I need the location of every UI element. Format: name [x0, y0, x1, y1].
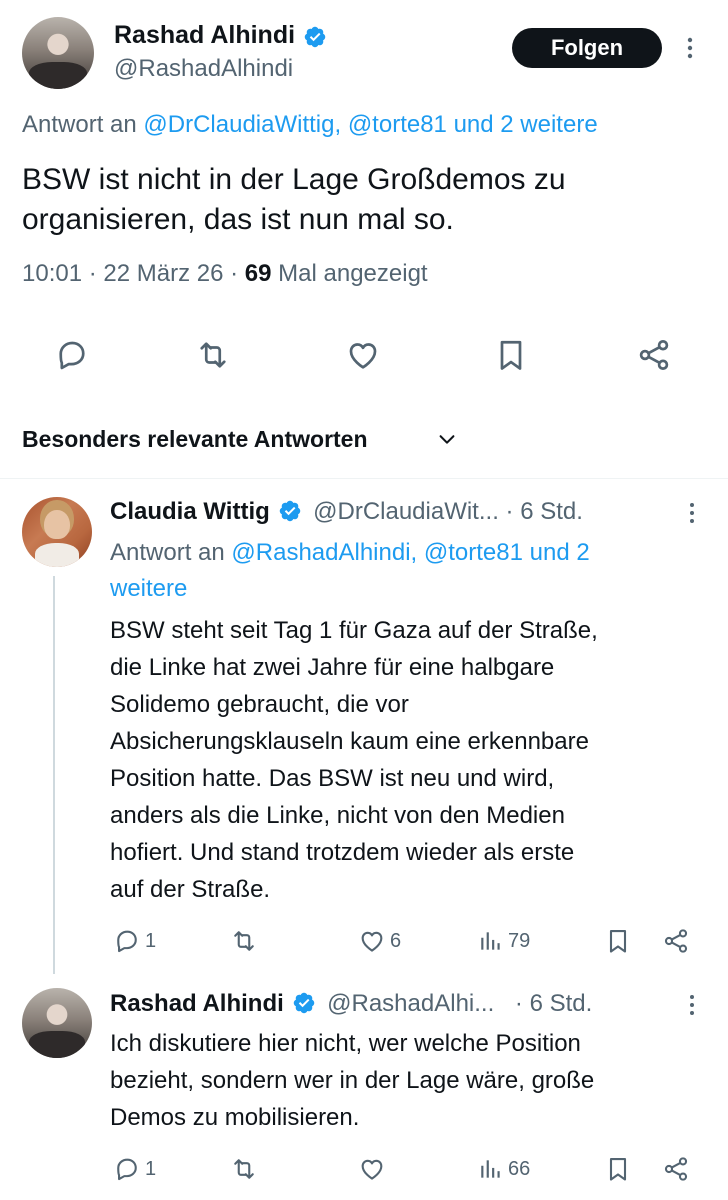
replies-sort-selector[interactable]: Besonders relevante Antworten	[22, 424, 368, 454]
reply-context-mentions[interactable]: @RashadAlhindi, @torte81 und 2	[231, 539, 589, 566]
views-action[interactable]: 66	[478, 1155, 530, 1183]
reply-count: 1	[145, 1157, 157, 1180]
section-divider	[0, 478, 728, 479]
author-handle[interactable]: @DrClaudiaWit...	[313, 498, 499, 525]
reply-text-line: hofiert. Und stand trotzdem wieder als e…	[110, 839, 575, 866]
follow-button[interactable]: Folgen	[512, 28, 662, 68]
reply-text-line: die Linke hat zwei Jahre für eine halbga…	[110, 654, 555, 681]
reply-icon	[117, 1158, 137, 1181]
like-icon	[361, 1159, 383, 1180]
like-icon[interactable]	[345, 337, 381, 373]
tweet-text: BSW ist nicht in der Lage Großdemos zu o…	[22, 160, 566, 240]
view-count: 69	[244, 260, 272, 287]
post-age[interactable]: · 6 Std.	[515, 990, 592, 1017]
author-name[interactable]: Rashad Alhindi	[114, 21, 295, 49]
like-action[interactable]: 6	[358, 927, 401, 955]
thread-line	[53, 576, 55, 974]
view-count: 66	[508, 1157, 531, 1180]
bookmark-icon[interactable]	[493, 337, 529, 373]
reply-icon	[117, 930, 137, 953]
view-count: 79	[508, 929, 531, 952]
reply-count: 1	[145, 929, 157, 952]
reply-text-line: Demos zu mobilisieren.	[110, 1104, 360, 1131]
retweet-action[interactable]	[229, 1155, 259, 1183]
author-handle[interactable]: @RashadAlhi...	[327, 990, 494, 1017]
replies-sort-label: Besonders relevante Antworten	[22, 426, 368, 452]
retweet-icon[interactable]	[194, 337, 232, 373]
reply-text-line: Absicherungsklauseln kaum eine erkennbar…	[110, 728, 589, 755]
share-icon[interactable]	[662, 1155, 690, 1183]
verified-badge-icon	[294, 992, 315, 1013]
avatar[interactable]	[22, 988, 92, 1058]
tweet-text-line: organisieren, das ist nun mal so.	[22, 203, 454, 236]
avatar[interactable]	[22, 497, 92, 567]
verified-badge-icon	[305, 26, 326, 48]
views-action[interactable]: 79	[478, 927, 530, 955]
tweet-meta: 10:01 · 22 März 26 · 69 Mal angezeigt	[22, 259, 428, 289]
share-icon[interactable]	[662, 927, 690, 955]
reply-context: Antwort an @DrClaudiaWittig, @torte81 un…	[22, 110, 598, 140]
like-count: 6	[390, 929, 402, 952]
reply-text-line: Ich diskutiere hier nicht, wer welche Po…	[110, 1030, 581, 1057]
reply-text-line: auf der Straße.	[110, 876, 271, 903]
tweet-timestamp[interactable]: 10:01 · 22 März 26 ·	[22, 260, 245, 287]
author-name[interactable]: Claudia Wittig	[110, 498, 270, 525]
chevron-down-icon[interactable]	[436, 428, 458, 450]
retweet-icon	[234, 931, 254, 951]
tweet-text-line: BSW ist nicht in der Lage Großdemos zu	[22, 163, 566, 196]
like-icon	[361, 931, 383, 952]
reply-context-mentions[interactable]: weitere	[110, 571, 590, 607]
views-icon	[481, 1160, 500, 1178]
reply-text-line: Position hatte. Das BSW ist neu und wird…	[110, 765, 555, 792]
reply-context-prefix: Antwort an	[110, 539, 225, 566]
share-icon[interactable]	[636, 337, 672, 373]
reply-icon[interactable]	[54, 337, 90, 373]
reply-text: BSW steht seit Tag 1 für Gaza auf der St…	[110, 612, 598, 908]
verified-badge-icon	[280, 500, 301, 521]
author-row: Rashad Alhindi @RashadAlhi... · 6 Std.	[110, 989, 592, 1019]
retweet-action[interactable]	[229, 927, 259, 955]
reply-action[interactable]: 1	[113, 1155, 156, 1183]
more-options-icon[interactable]	[678, 36, 702, 60]
post-age[interactable]: · 6 Std.	[506, 498, 583, 525]
view-count-label: Mal angezeigt	[271, 260, 428, 287]
bookmark-icon[interactable]	[604, 1155, 632, 1183]
reply-text-line: Solidemo gebraucht, die vor	[110, 691, 409, 718]
reply-context: Antwort an @RashadAlhindi, @torte81 und …	[110, 535, 590, 607]
author-name[interactable]: Rashad Alhindi	[110, 990, 284, 1017]
author-handle[interactable]: @RashadAlhindi	[114, 55, 293, 83]
views-icon	[481, 932, 500, 950]
reply-context-prefix: Antwort an	[22, 111, 137, 138]
more-options-icon[interactable]	[680, 993, 704, 1017]
retweet-icon	[234, 1159, 254, 1179]
reply-text-line: anders als die Linke, nicht von den Medi…	[110, 802, 565, 829]
reply-text-line: BSW steht seit Tag 1 für Gaza auf der St…	[110, 617, 598, 644]
author-row: Claudia Wittig @DrClaudiaWit... · 6 Std.	[110, 497, 583, 527]
reply-context-mentions[interactable]: @DrClaudiaWittig, @torte81 und 2 weitere	[143, 111, 597, 138]
more-options-icon[interactable]	[680, 501, 704, 525]
like-action[interactable]	[358, 1155, 386, 1183]
reply-action[interactable]: 1	[113, 927, 156, 955]
reply-text-line: bezieht, sondern wer in der Lage wäre, g…	[110, 1067, 595, 1094]
avatar[interactable]	[22, 17, 94, 89]
reply-text: Ich diskutiere hier nicht, wer welche Po…	[110, 1025, 594, 1136]
bookmark-icon[interactable]	[604, 927, 632, 955]
author-row: Rashad Alhindi	[114, 20, 327, 54]
